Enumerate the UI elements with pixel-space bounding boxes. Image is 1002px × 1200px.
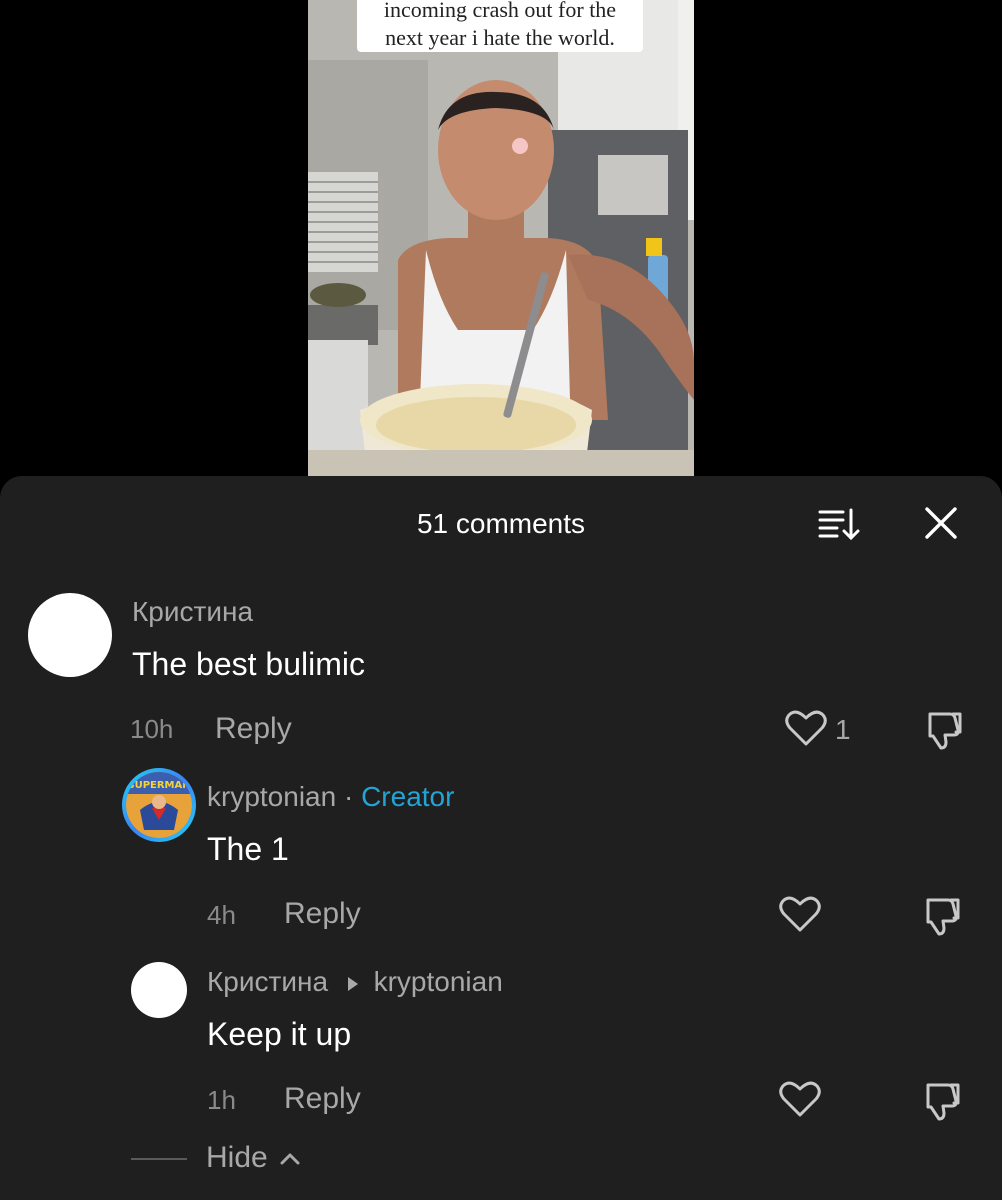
close-icon[interactable] — [922, 506, 960, 542]
avatar[interactable] — [28, 593, 112, 677]
video-caption: incoming crash out for the next year i h… — [357, 0, 643, 52]
video-area[interactable]: incoming crash out for the next year i h… — [0, 0, 1002, 480]
creator-avatar[interactable]: SUPERMAN — [122, 768, 196, 842]
heart-icon[interactable] — [778, 894, 822, 934]
dislike-icon[interactable] — [918, 896, 962, 936]
heart-icon[interactable] — [778, 1079, 822, 1119]
reply-button[interactable]: Reply — [215, 712, 292, 746]
reply-button[interactable]: Reply — [284, 1082, 361, 1116]
hide-replies-button[interactable]: Hide — [206, 1141, 268, 1175]
avatar-text: SUPERMAN — [127, 780, 190, 791]
dislike-icon[interactable] — [920, 710, 964, 750]
comment-time: 10h — [130, 714, 174, 744]
name-separator: · — [343, 781, 354, 812]
reply-to-author[interactable]: kryptonian — [374, 966, 503, 997]
comment-author-line: Кристина kryptonian — [207, 966, 503, 998]
comment-time: 1h — [207, 1085, 236, 1115]
caption-line-1: incoming crash out for the — [383, 0, 617, 22]
video-frame[interactable]: incoming crash out for the next year i h… — [308, 0, 694, 478]
comment-author[interactable]: Кристина — [132, 596, 253, 628]
like-count: 1 — [835, 714, 851, 745]
divider-line — [131, 1158, 187, 1160]
comment-author[interactable]: kryptonian — [207, 781, 336, 812]
superman-avatar-icon: SUPERMAN — [126, 772, 192, 838]
sheet-header: 51 comments — [0, 476, 1002, 572]
comment-author-line: kryptonian · Creator — [207, 781, 454, 813]
comment-author[interactable]: Кристина — [207, 966, 328, 997]
caption-line-2: next year i hate the world. — [385, 25, 615, 50]
comment-text: Keep it up — [207, 1016, 352, 1052]
reply-button[interactable]: Reply — [284, 897, 361, 931]
comment-text: The best bulimic — [132, 646, 365, 682]
creator-badge: Creator — [361, 781, 455, 812]
comments-sheet: 51 comments Кристина The best bulimic 10… — [0, 476, 1002, 1200]
comment-time: 4h — [207, 900, 236, 930]
dislike-icon[interactable] — [918, 1081, 962, 1121]
video-scene — [308, 0, 694, 478]
chevron-up-icon[interactable] — [279, 1149, 301, 1167]
reply-arrow-icon — [347, 976, 358, 991]
heart-icon[interactable] — [784, 708, 828, 748]
sort-icon[interactable] — [817, 506, 861, 542]
comment-text: The 1 — [207, 831, 289, 867]
avatar[interactable] — [131, 962, 187, 1018]
